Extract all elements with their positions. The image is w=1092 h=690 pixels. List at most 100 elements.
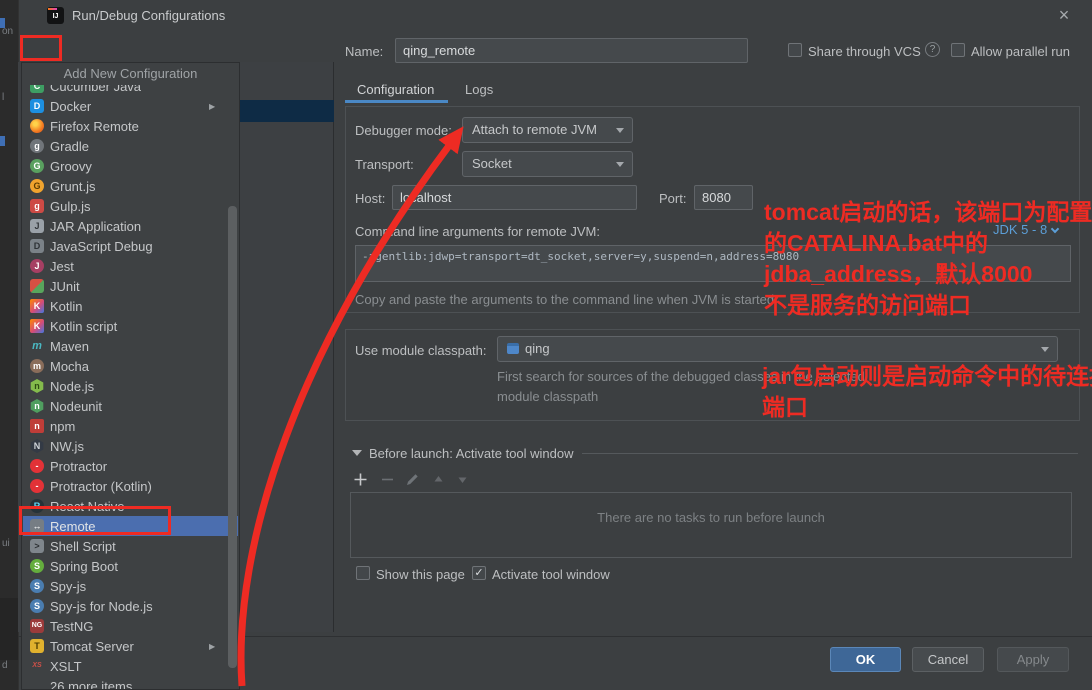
maven-icon: m [30, 339, 44, 353]
allow-parallel-checkbox[interactable] [951, 43, 965, 57]
name-input[interactable] [395, 38, 748, 63]
config-type-label: XSLT [50, 659, 82, 674]
config-type-maven[interactable]: m Maven [23, 336, 238, 356]
config-type-spy-js-for-node-js[interactable]: SSpy-js for Node.js [23, 596, 238, 616]
chevron-down-icon [1041, 347, 1049, 356]
background-text-fragment: l [2, 92, 4, 103]
javascript-debug-icon: D [30, 239, 44, 253]
chevron-down-icon [616, 162, 624, 171]
xslt-icon: XS [30, 659, 44, 673]
transport-label: Transport: [355, 157, 414, 172]
module-icon [507, 343, 519, 354]
debugger-mode-select[interactable]: Attach to remote JVM [462, 117, 633, 143]
config-type-label: Kotlin script [50, 319, 117, 334]
section-divider [582, 453, 1078, 454]
config-type-spring-boot[interactable]: SSpring Boot [23, 556, 238, 576]
config-type-gradle[interactable]: gGradle [23, 136, 238, 156]
ok-button[interactable]: OK [830, 647, 901, 672]
transport-select[interactable]: Socket [462, 151, 633, 177]
activate-tool-window-label: Activate tool window [492, 567, 610, 582]
cmdline-args-label: Command line arguments for remote JVM: [355, 224, 600, 239]
tomcat-icon: T [30, 639, 44, 653]
remove-task-button[interactable] [379, 471, 396, 488]
tab-logs[interactable]: Logs [465, 82, 493, 97]
config-type-label: Maven [50, 339, 89, 354]
red-box-remote-item [19, 506, 171, 535]
config-type-firefox-remote[interactable]: Firefox Remote [23, 116, 238, 136]
dialog-titlebar: IJ Run/Debug Configurations × [18, 0, 1092, 30]
background-panel [0, 598, 18, 660]
add-task-button[interactable] [352, 471, 369, 488]
docker-icon: D [30, 99, 44, 113]
config-type-junit[interactable]: JUnit [23, 276, 238, 296]
config-type-label: Protractor (Kotlin) [50, 479, 152, 494]
config-type-mocha[interactable]: mMocha [23, 356, 238, 376]
jar-application-icon: J [30, 219, 44, 233]
name-label: Name: [345, 44, 383, 59]
config-type-protractor[interactable]: -Protractor [23, 456, 238, 476]
popup-header: Add New Configuration [22, 63, 239, 85]
port-input[interactable] [694, 185, 753, 210]
protractor-icon: - [30, 459, 44, 473]
cancel-button[interactable]: Cancel [912, 647, 984, 672]
activate-tool-window-checkbox[interactable]: ✓ [472, 566, 486, 580]
config-type-tomcat-server[interactable]: TTomcat Server▶ [23, 636, 238, 656]
config-type-npm[interactable]: nnpm [23, 416, 238, 436]
config-type-xslt[interactable]: XS XSLT [23, 656, 238, 676]
close-icon[interactable]: × [1053, 4, 1075, 26]
config-type-testng[interactable]: NGTestNG [23, 616, 238, 636]
groovy-icon: G [30, 159, 44, 173]
config-type-nodeunit[interactable]: nNodeunit [23, 396, 238, 416]
collapse-triangle-icon[interactable] [352, 450, 362, 461]
tab-configuration[interactable]: Configuration [357, 82, 434, 97]
share-vcs-checkbox[interactable] [788, 43, 802, 57]
config-type-nw-js[interactable]: N NW.js [23, 436, 238, 456]
gulp-icon: g [30, 199, 44, 213]
config-type-label: JavaScript Debug [50, 239, 153, 254]
config-type-kotlin[interactable]: KKotlin [23, 296, 238, 316]
config-type-label: NW.js [50, 439, 84, 454]
active-tab-underline [345, 100, 448, 103]
nwjs-icon: N [30, 439, 44, 453]
debugger-mode-value: Attach to remote JVM [472, 122, 597, 137]
background-text-fragment: d [2, 660, 8, 671]
edit-task-pencil-icon[interactable] [404, 471, 421, 488]
task-down-button[interactable] [454, 471, 471, 488]
config-type-grunt-js[interactable]: GGrunt.js [23, 176, 238, 196]
config-type-label: 26 more items... [50, 679, 143, 690]
config-type-label: Gulp.js [50, 199, 90, 214]
config-type-groovy[interactable]: GGroovy [23, 156, 238, 176]
before-launch-task-list[interactable] [350, 492, 1072, 558]
module-classpath-select[interactable]: qing [497, 336, 1058, 362]
popup-scrollbar[interactable] [228, 206, 237, 668]
before-launch-title: Before launch: Activate tool window [369, 446, 574, 461]
nodeunit-icon: n [30, 399, 44, 413]
config-type-26-more-items[interactable]: 26 more items... [23, 676, 238, 690]
task-up-button[interactable] [430, 471, 447, 488]
config-type-protractor-kotlin[interactable]: -Protractor (Kotlin) [23, 476, 238, 496]
config-type-spy-js[interactable]: SSpy-js [23, 576, 238, 596]
config-type-node-js[interactable]: nNode.js [23, 376, 238, 396]
red-note-line: 的CATALINA.bat中的 [764, 228, 1092, 259]
protractor-kotlin-icon: - [30, 479, 44, 493]
config-type-docker[interactable]: DDocker▶ [23, 96, 238, 116]
show-this-page-checkbox[interactable] [356, 566, 370, 580]
help-icon[interactable]: ? [925, 42, 940, 57]
config-type-label: Spring Boot [50, 559, 118, 574]
config-type-label: Mocha [50, 359, 89, 374]
transport-value: Socket [472, 156, 512, 171]
gradle-icon: g [30, 139, 44, 153]
config-type-shell-script[interactable]: >Shell Script [23, 536, 238, 556]
config-type-kotlin-script[interactable]: KKotlin script [23, 316, 238, 336]
red-note-line: 端口 [762, 392, 1092, 423]
config-type-jest[interactable]: JJest [23, 256, 238, 276]
config-type-label: Docker [50, 99, 91, 114]
config-type-gulp-js[interactable]: g Gulp.js [23, 196, 238, 216]
config-type-label: npm [50, 419, 75, 434]
host-input[interactable] [392, 185, 637, 210]
config-type-javascript-debug[interactable]: D JavaScript Debug [23, 236, 238, 256]
apply-button[interactable]: Apply [997, 647, 1069, 672]
config-type-label: Grunt.js [50, 179, 96, 194]
firefox-icon [30, 119, 44, 133]
config-type-jar-application[interactable]: JJAR Application [23, 216, 238, 236]
